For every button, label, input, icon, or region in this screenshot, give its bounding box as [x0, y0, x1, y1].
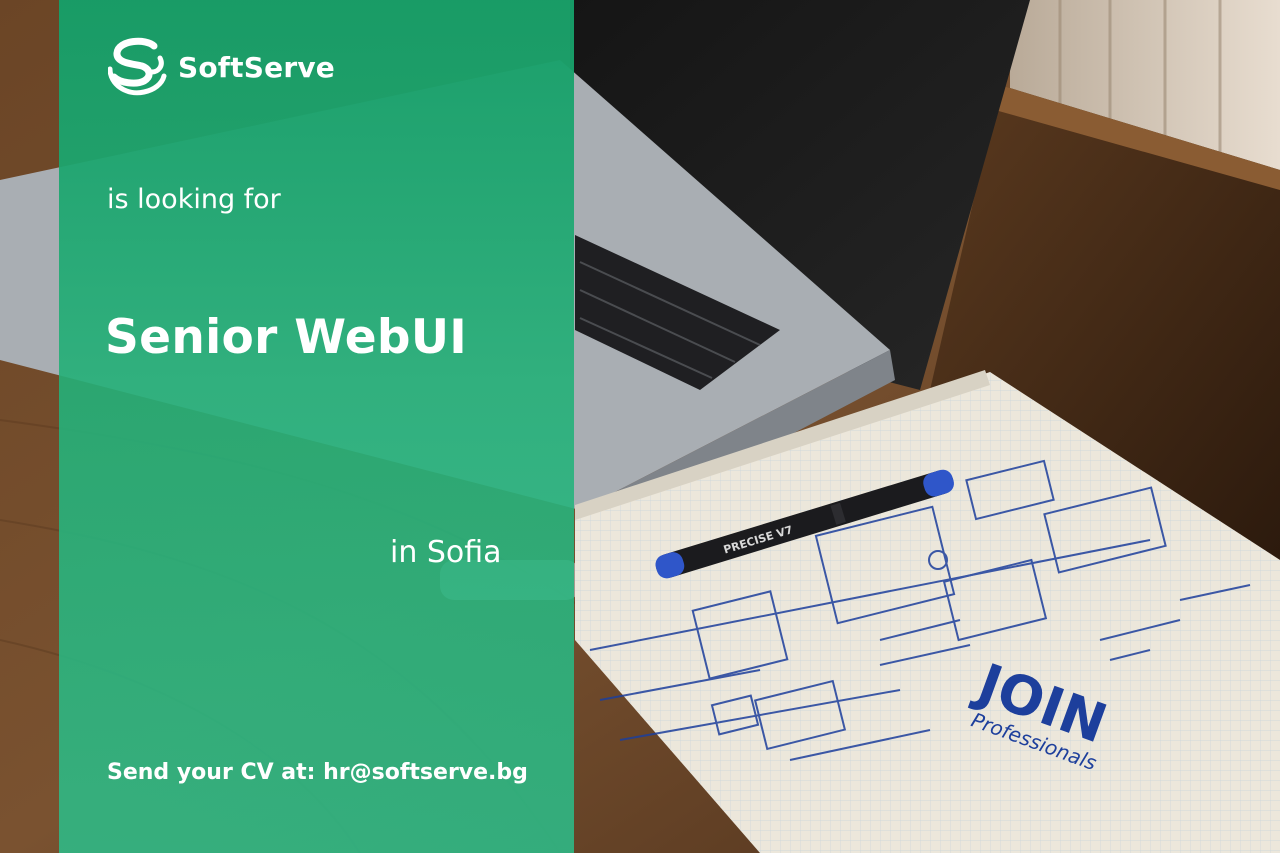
- softserve-s-logo-icon: [108, 37, 167, 96]
- job-title: Senior WebUI: [105, 310, 468, 365]
- brand-name: SoftServe: [178, 50, 335, 84]
- green-overlay-panel: [59, 0, 574, 853]
- contact-email: hr@softserve.bg: [323, 760, 528, 785]
- job-location: in Sofia: [390, 535, 502, 570]
- cta-prefix: Send your CV at:: [107, 760, 316, 785]
- softserve-logo: SoftServe: [108, 36, 335, 98]
- cv-call-to-action: Send your CV at: hr@softserve.bg: [107, 760, 528, 785]
- intro-text: is looking for: [107, 184, 281, 215]
- recruitment-banner: JOIN Professionals PRECISE V7 SoftServe …: [0, 0, 1280, 853]
